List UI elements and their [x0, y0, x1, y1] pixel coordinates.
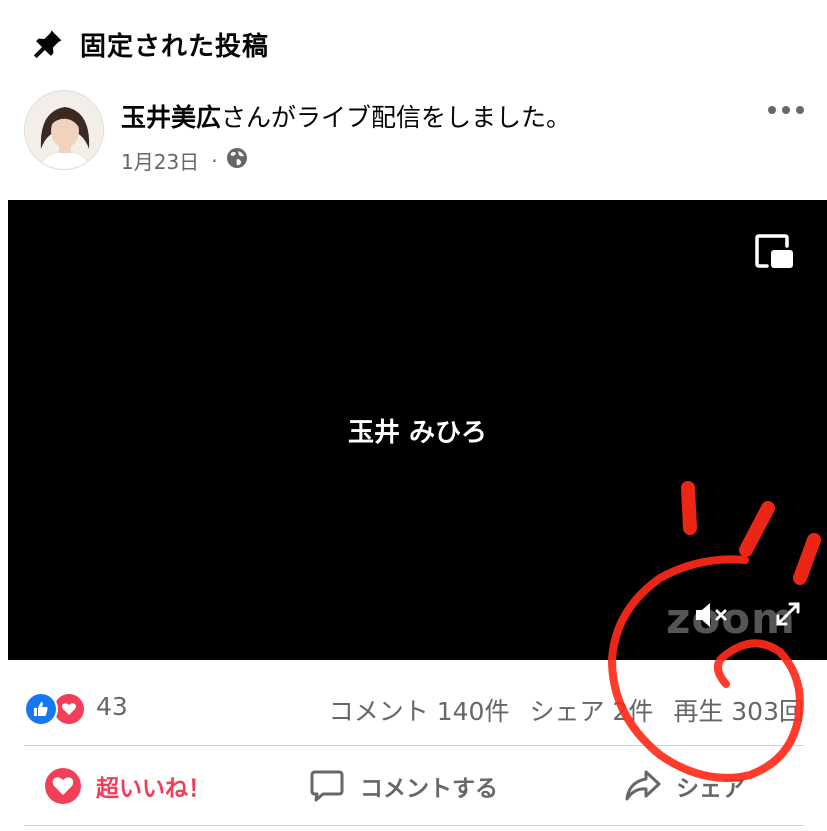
pip-icon	[755, 234, 793, 268]
love-button-label: 超いいね！	[96, 776, 211, 802]
more-dot-icon	[796, 106, 804, 114]
picture-in-picture-button[interactable]	[753, 232, 797, 276]
pinned-post-header: 固定された投稿	[28, 22, 269, 66]
post-author-line: 玉井美広さんがライブ配信をしました。	[121, 98, 571, 134]
reaction-count[interactable]: 43	[96, 692, 128, 721]
fullscreen-button[interactable]	[772, 598, 804, 630]
video-participant-name: 玉井 みひろ	[347, 418, 488, 448]
post-date[interactable]: 1月23日	[121, 146, 199, 175]
reaction-icons[interactable]	[24, 692, 88, 726]
expand-icon	[776, 602, 800, 626]
like-reaction-icon	[24, 692, 58, 726]
live-video-player[interactable]: 玉井 みひろ zoom	[8, 200, 827, 660]
share-arrow-icon	[624, 767, 662, 805]
comment-button[interactable]: コメントする	[308, 750, 498, 822]
speech-bubble-icon	[308, 767, 346, 805]
view-count: 再生 303回	[673, 697, 804, 726]
more-dot-icon	[768, 106, 776, 114]
mute-button[interactable]	[690, 598, 734, 632]
post-header: 玉井美広さんがライブ配信をしました。 1月23日 ·	[24, 90, 804, 176]
globe-icon	[226, 147, 248, 174]
comment-button-label: コメントする	[360, 776, 498, 802]
more-options-button[interactable]	[768, 100, 804, 120]
divider	[24, 825, 804, 826]
author-avatar[interactable]	[24, 90, 104, 170]
comment-count[interactable]: コメント 140件	[329, 692, 510, 728]
share-button[interactable]: シェア	[624, 750, 745, 822]
muted-speaker-icon	[696, 603, 727, 627]
post-actions: 超いいね！ コメントする シェア	[24, 750, 804, 822]
divider	[24, 745, 804, 746]
pin-icon	[28, 24, 68, 64]
share-button-label: シェア	[676, 776, 745, 802]
heart-icon	[44, 767, 82, 805]
more-dot-icon	[782, 106, 790, 114]
meta-separator: ·	[211, 148, 218, 173]
pinned-title: 固定された投稿	[80, 31, 270, 62]
engagement-counts: コメント 140件 シェア 2件 再生 303回	[329, 692, 804, 728]
reaction-stats-row: 43 コメント 140件 シェア 2件 再生 303回	[24, 688, 804, 728]
author-name-link[interactable]: 玉井美広	[121, 103, 221, 132]
share-count[interactable]: シェア 2件	[529, 692, 653, 728]
love-button[interactable]: 超いいね！	[44, 750, 211, 822]
post-action-text: さんがライブ配信をしました。	[221, 103, 572, 132]
post-meta: 1月23日 ·	[121, 146, 248, 175]
